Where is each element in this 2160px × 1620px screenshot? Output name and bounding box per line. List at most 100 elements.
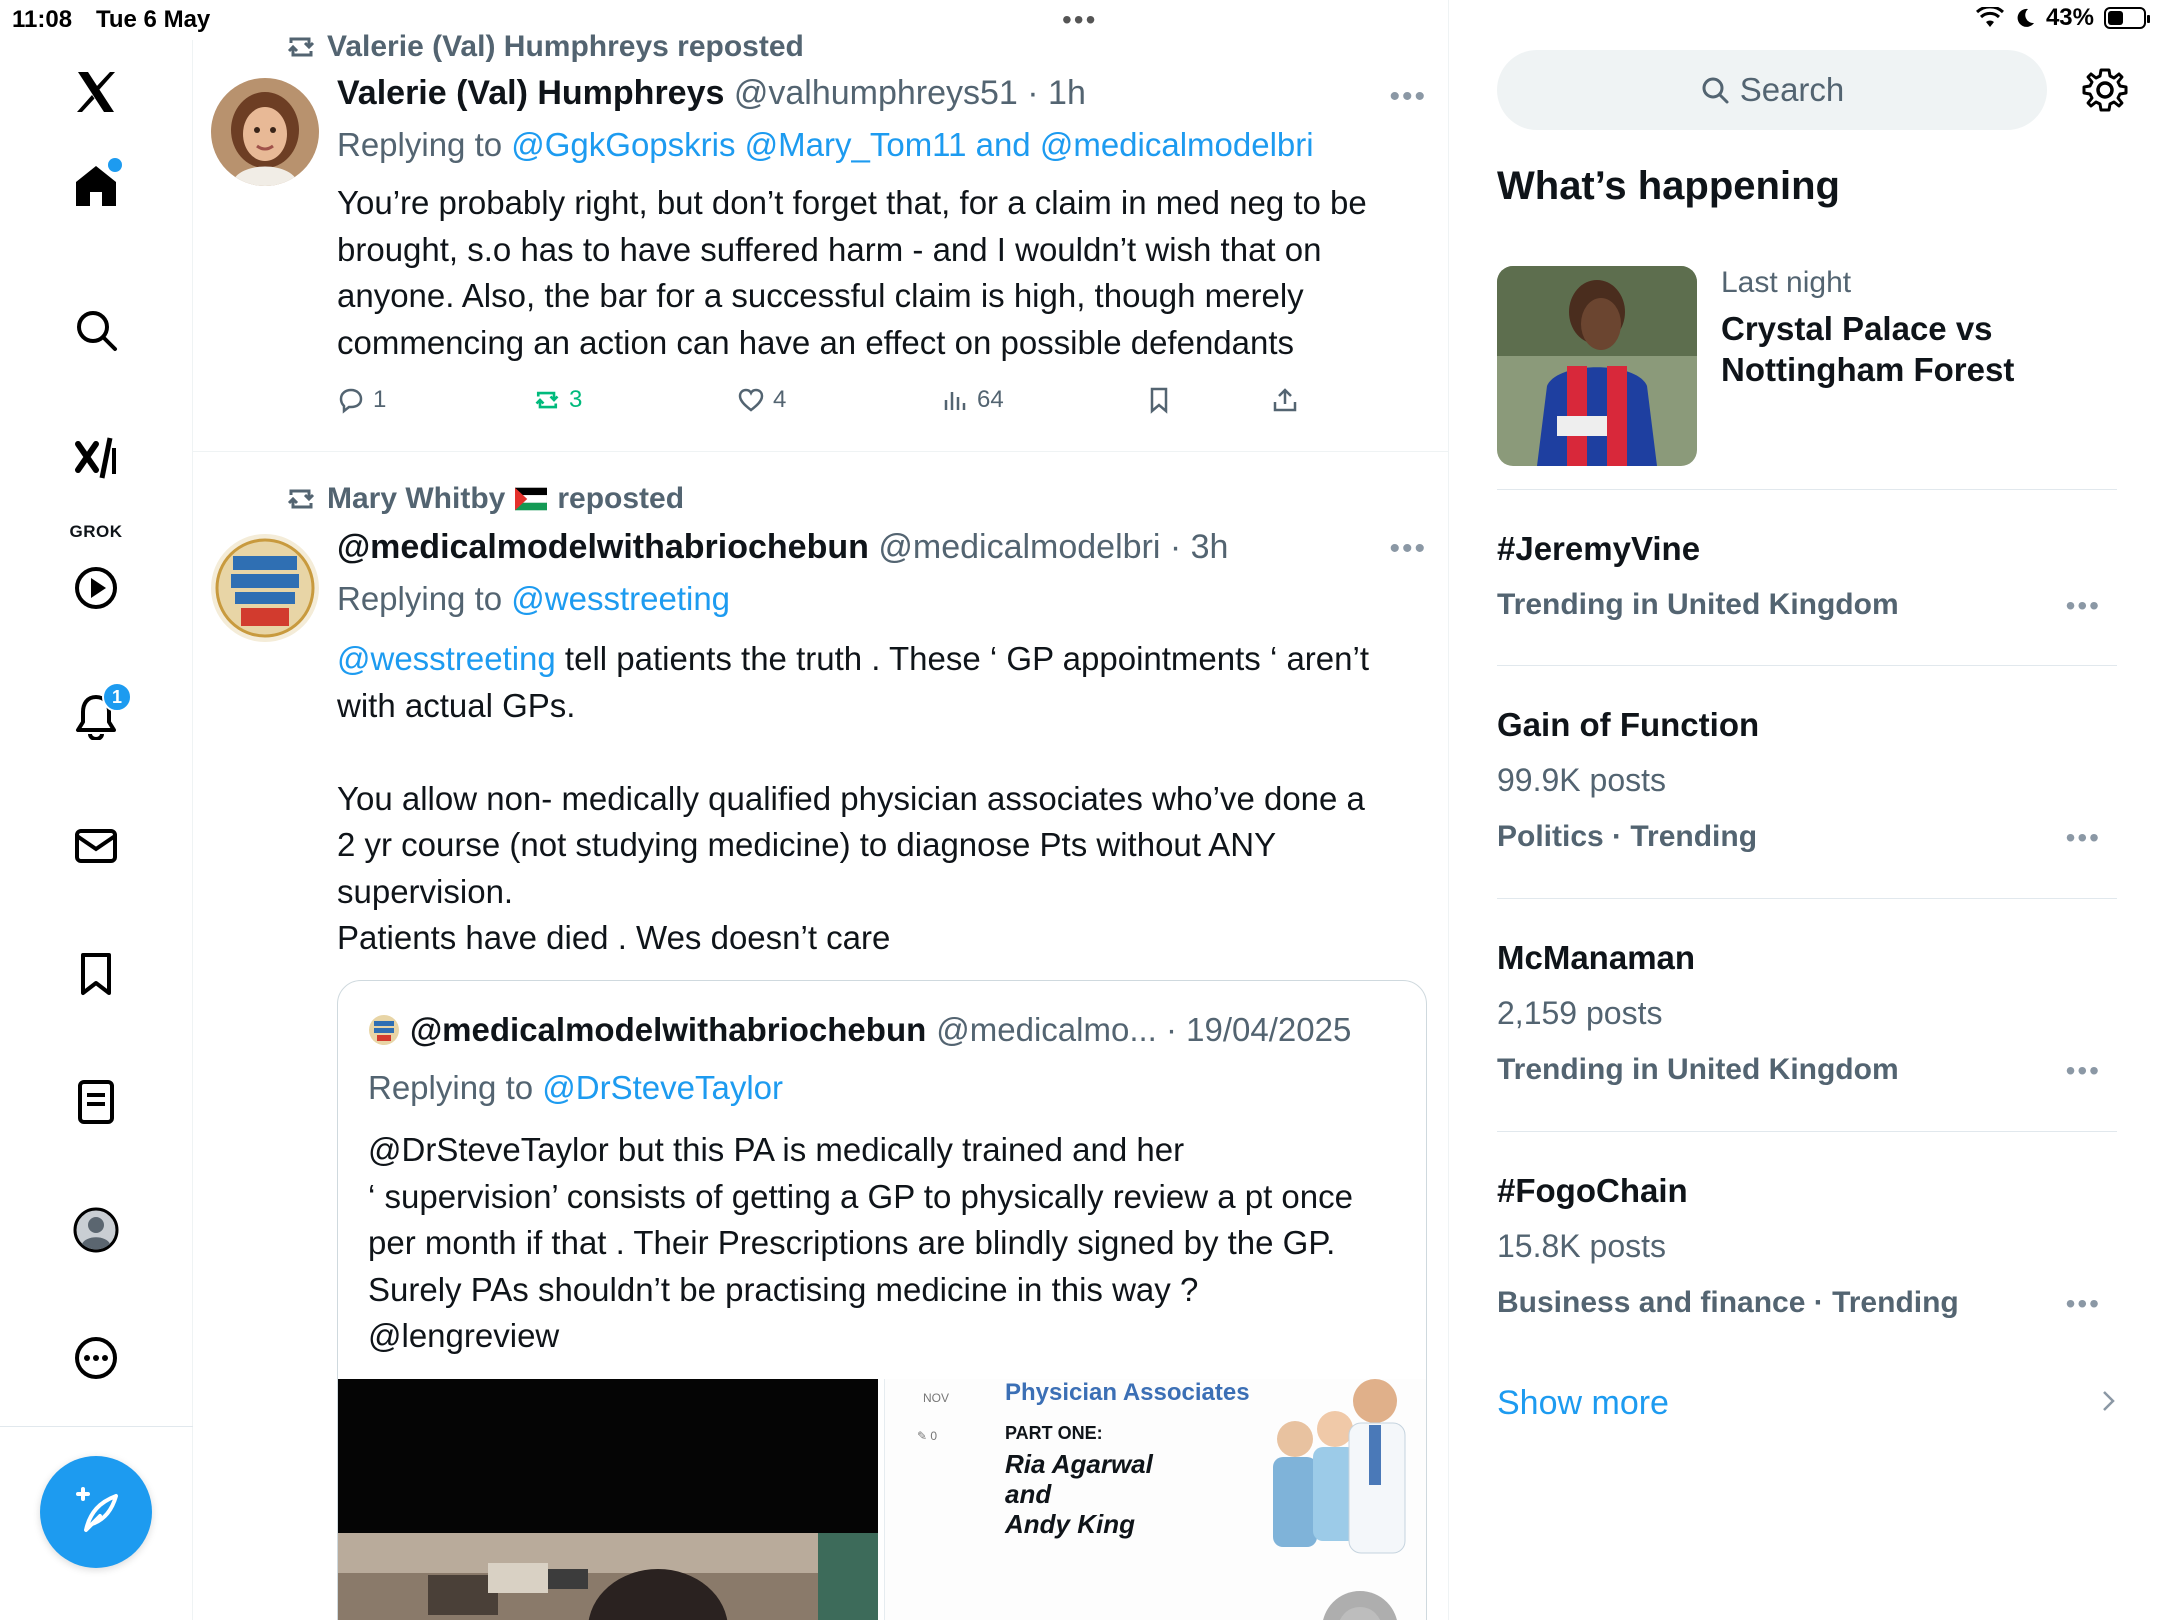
quote-media-slide[interactable]: NOV ✎ 0 Physician Associates PART ONE: R… bbox=[884, 1379, 1426, 1620]
slide-month: NOV bbox=[923, 1391, 950, 1405]
like-button[interactable]: 4 bbox=[737, 386, 786, 414]
compose-post-button[interactable] bbox=[40, 1456, 152, 1568]
avatar[interactable] bbox=[211, 78, 319, 186]
replying-to: Replying to @wesstreeting bbox=[337, 580, 730, 618]
post-text-line: You allow non- medically qualified physi… bbox=[337, 779, 1365, 817]
nav-video[interactable] bbox=[66, 558, 126, 618]
gear-icon[interactable] bbox=[2081, 66, 2129, 114]
repost-suffix: reposted bbox=[557, 482, 685, 515]
chevron-right-icon bbox=[2103, 1391, 2115, 1411]
repost-icon bbox=[287, 37, 315, 57]
play-icon bbox=[75, 567, 117, 609]
post-text-line: 2 yr course (not studying medicine) to d… bbox=[337, 826, 1277, 863]
trend-name: Gain of Function bbox=[1497, 706, 1760, 743]
trend-context: Trending in United Kingdom bbox=[1497, 1053, 1899, 1086]
quote-text-line: per month if that . Their Prescriptions … bbox=[368, 1224, 1336, 1261]
mail-icon bbox=[75, 829, 117, 863]
reply-count: 1 bbox=[373, 386, 387, 413]
trend-more-button[interactable]: ••• bbox=[2066, 1288, 2101, 1320]
author-handle[interactable]: @medicalmodelbri · 3h bbox=[878, 528, 1228, 566]
trend-item[interactable]: #FogoChain 15.8K posts Business and fina… bbox=[1497, 1132, 2117, 1365]
views-icon bbox=[944, 392, 966, 410]
home-unread-dot bbox=[108, 158, 122, 172]
replying-to: Replying to @GgkGopskris @Mary_Tom11 and… bbox=[337, 126, 1314, 164]
replying-to-link[interactable]: @DrSteveTaylor bbox=[542, 1069, 783, 1106]
search-input[interactable]: Search bbox=[1497, 50, 2047, 130]
repost-button[interactable]: 3 bbox=[533, 386, 582, 414]
post[interactable]: Valerie (Val) Humphreys reposted Valerie… bbox=[193, 20, 1448, 452]
quote-handle-time: @medicalmo... · 19/04/2025 bbox=[936, 1011, 1352, 1048]
quoted-post[interactable]: @medicalmodelwithabriochebun @medicalmo.… bbox=[337, 980, 1427, 1620]
timeline: Valerie (Val) Humphreys reposted Valerie… bbox=[193, 0, 1449, 1620]
author-handle[interactable]: @valhumphreys51 · 1h bbox=[734, 74, 1086, 112]
quote-avatar bbox=[368, 1014, 400, 1046]
post-text-span: tell patients the truth . These ‘ GP app… bbox=[555, 640, 1370, 677]
replying-to-links[interactable]: @GgkGopskris @Mary_Tom11 and @medicalmod… bbox=[511, 126, 1313, 163]
notification-badge: 1 bbox=[102, 682, 132, 712]
compose-icon bbox=[76, 1487, 118, 1532]
slide-comment-count: 0 bbox=[930, 1429, 938, 1443]
post-text-line: brought, s.o has to have suffered harm -… bbox=[337, 230, 1322, 268]
bookmark-icon bbox=[1150, 387, 1168, 414]
reply-button[interactable]: 1 bbox=[337, 386, 386, 414]
nav-explore[interactable] bbox=[66, 300, 126, 360]
nav-home[interactable] bbox=[66, 156, 126, 216]
trend-count: 2,159 posts bbox=[1497, 995, 1663, 1031]
x-logo-icon[interactable] bbox=[66, 62, 126, 122]
trend-more-button[interactable]: ••• bbox=[2066, 1055, 2101, 1087]
trend-item[interactable]: McManaman 2,159 posts Trending in United… bbox=[1497, 899, 2117, 1132]
share-button[interactable] bbox=[1271, 386, 1299, 414]
doctors-illustration bbox=[1273, 1379, 1406, 1620]
trend-item[interactable]: #JeremyVine Trending in United Kingdom •… bbox=[1497, 490, 2117, 666]
repost-indicator: Mary Whitby reposted bbox=[285, 482, 684, 516]
nav-messages[interactable] bbox=[66, 816, 126, 876]
nav-grok[interactable] bbox=[66, 428, 126, 488]
nav-more[interactable] bbox=[66, 1328, 126, 1388]
post-text-line: commencing an action can have an effect … bbox=[337, 323, 1295, 361]
bookmark-icon bbox=[81, 953, 111, 995]
nav-notifications[interactable]: 1 bbox=[66, 682, 132, 746]
left-nav: GROK 1 bbox=[0, 40, 193, 1620]
replying-to-links[interactable]: @wesstreeting bbox=[511, 580, 730, 617]
post-text-line: @wesstreeting tell patients the truth . … bbox=[337, 636, 1427, 683]
post-actions: 1 3 4 64 bbox=[337, 386, 1337, 426]
post-more-button[interactable]: ••• bbox=[1389, 80, 1427, 114]
slide-part: PART ONE: bbox=[1005, 1423, 1103, 1443]
show-more-link[interactable]: Show more bbox=[1497, 1384, 1669, 1423]
trend-name: #JeremyVine bbox=[1497, 530, 1701, 567]
repost-indicator: Valerie (Val) Humphreys reposted bbox=[285, 30, 804, 64]
post[interactable]: Mary Whitby reposted @medicalmodelwithab… bbox=[193, 472, 1448, 1620]
trend-item[interactable]: Gain of Function 99.9K posts Politics · … bbox=[1497, 666, 2117, 899]
heart-icon bbox=[738, 388, 764, 412]
post-header: @medicalmodelwithabriochebun @medicalmod… bbox=[337, 528, 1228, 567]
views-button[interactable]: 64 bbox=[941, 386, 1004, 414]
news-meta: Last night bbox=[1721, 266, 1852, 299]
trend-more-button[interactable]: ••• bbox=[2066, 822, 2101, 854]
profile-icon bbox=[73, 1207, 119, 1253]
news-item[interactable]: Last night Crystal Palace vs Nottingham … bbox=[1497, 266, 2117, 490]
news-headline: Crystal Palace vs Nottingham Forest bbox=[1721, 310, 2015, 388]
author-name[interactable]: Valerie (Val) Humphreys bbox=[337, 74, 724, 112]
quote-text-line: @DrSteveTaylor but this PA is medically … bbox=[368, 1131, 1185, 1168]
share-icon bbox=[1273, 388, 1297, 412]
trend-count: 99.9K posts bbox=[1497, 762, 1666, 798]
list-icon bbox=[78, 1080, 114, 1124]
trend-more-button[interactable]: ••• bbox=[2066, 590, 2101, 622]
mention-link[interactable]: @wesstreeting bbox=[337, 640, 556, 677]
quote-media-video[interactable] bbox=[338, 1379, 878, 1620]
repost-user: Mary Whitby bbox=[327, 482, 506, 515]
author-name[interactable]: @medicalmodelwithabriochebun bbox=[337, 528, 869, 566]
search-icon bbox=[1702, 77, 1729, 104]
grok-icon bbox=[75, 437, 116, 479]
quote-text-line: ‘ supervision’ consists of getting a GP … bbox=[368, 1177, 1353, 1215]
avatar[interactable] bbox=[211, 534, 319, 642]
slide-title: Physician Associates bbox=[1005, 1379, 1250, 1406]
trend-context: Politics · Trending bbox=[1497, 820, 1758, 853]
nav-profile[interactable] bbox=[66, 1200, 126, 1260]
nav-lists[interactable] bbox=[66, 1072, 126, 1132]
nav-bookmarks[interactable] bbox=[66, 944, 126, 1004]
search-placeholder: Search bbox=[1739, 71, 1845, 108]
post-more-button[interactable]: ••• bbox=[1389, 532, 1427, 566]
bookmark-button[interactable] bbox=[1145, 386, 1173, 414]
flag-icon bbox=[515, 487, 548, 511]
